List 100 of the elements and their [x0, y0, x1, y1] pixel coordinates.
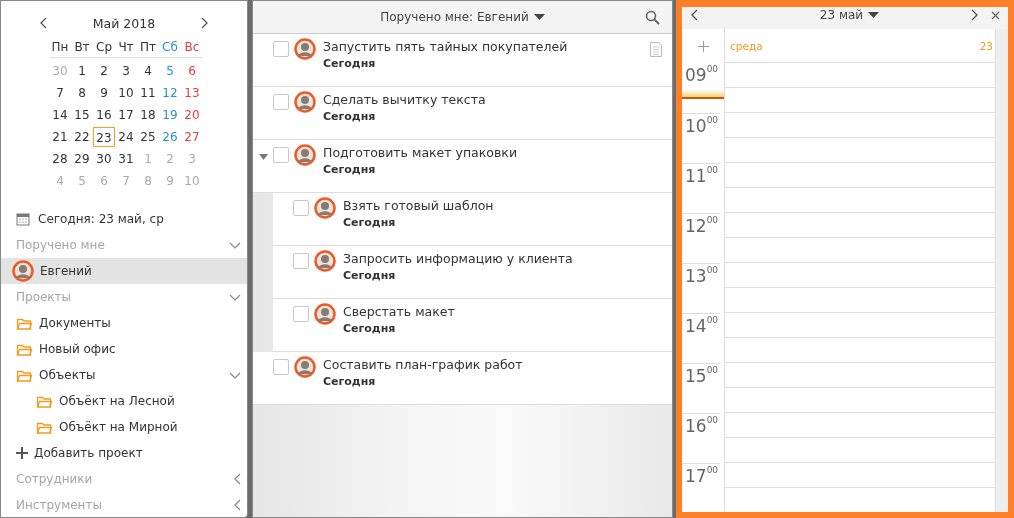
chevron-left-icon[interactable]: [234, 499, 241, 511]
search-icon[interactable]: [645, 10, 660, 25]
scrollbar[interactable]: [996, 29, 1008, 512]
task-row[interactable]: Запустить пять тайных покупателей Сегодня: [253, 34, 672, 87]
task-title[interactable]: Сверстать макет: [343, 303, 455, 321]
hour-label: 14$^{00}$: [685, 316, 719, 336]
task-row[interactable]: Сверстать макет Сегодня: [273, 299, 672, 352]
calendar-day[interactable]: 21: [49, 127, 71, 147]
calendar-day[interactable]: 25: [137, 127, 159, 147]
add-icon[interactable]: [697, 40, 709, 52]
task-title[interactable]: Составить план-график работ: [323, 356, 523, 374]
calendar-day[interactable]: 23: [93, 127, 115, 147]
chevron-left-icon[interactable]: [234, 473, 241, 485]
calendar-day[interactable]: 6: [181, 61, 203, 81]
hour-label: 12$^{00}$: [685, 216, 719, 236]
calendar-day[interactable]: 12: [159, 83, 181, 103]
calendar-day[interactable]: 28: [49, 149, 71, 169]
calendar-day[interactable]: 9: [93, 83, 115, 103]
add-project-link[interactable]: Добавить проект: [34, 446, 143, 460]
chevron-down-icon[interactable]: [229, 293, 241, 301]
task-title[interactable]: Подготовить макет упаковки: [323, 144, 517, 162]
project-item[interactable]: Документы: [39, 316, 111, 330]
calendar-day[interactable]: 13: [181, 83, 203, 103]
due-date: Сегодня: [343, 321, 397, 337]
due-date: Сегодня: [323, 162, 377, 178]
weekday-header: Чт: [117, 39, 135, 56]
avatar-icon: [314, 303, 336, 325]
calendar-icon: [16, 212, 30, 226]
project-item[interactable]: Объёкт на Мирной: [59, 420, 178, 434]
calendar-day[interactable]: 17: [115, 105, 137, 125]
calendar-day[interactable]: 22: [71, 127, 93, 147]
hour-label: 13$^{00}$: [685, 266, 719, 286]
calendar-day[interactable]: 3: [115, 61, 137, 81]
project-item[interactable]: Объёкт на Лесной: [59, 394, 175, 408]
checkbox[interactable]: [293, 200, 309, 216]
calendar-day[interactable]: 20: [181, 105, 203, 125]
hour-label: 16$^{00}$: [685, 416, 719, 436]
project-item[interactable]: Объекты: [39, 368, 96, 382]
today-label[interactable]: Сегодня: 23 май, ср: [38, 212, 164, 226]
calendar-day[interactable]: 16: [93, 105, 115, 125]
calendar-day[interactable]: 14: [49, 105, 71, 125]
checkbox[interactable]: [273, 359, 289, 375]
project-item[interactable]: Новый офис: [39, 342, 116, 356]
chevron-down-icon[interactable]: [229, 371, 241, 379]
calendar-day[interactable]: 8: [71, 83, 93, 103]
calendar-day[interactable]: 18: [137, 105, 159, 125]
avatar-icon: [294, 91, 316, 113]
task-row[interactable]: Взять готовый шаблон Сегодня: [273, 193, 672, 246]
filter-title[interactable]: Поручено мне: Евгений: [380, 10, 529, 24]
task-row[interactable]: Запросить информацию у клиента Сегодня: [273, 246, 672, 299]
calendar-day[interactable]: 26: [159, 127, 181, 147]
weekday-header: Вт: [73, 39, 91, 56]
calendar-day[interactable]: 7: [49, 83, 71, 103]
avatar-icon: [314, 197, 336, 219]
dropdown-caret-icon[interactable]: [868, 11, 880, 19]
calendar-day[interactable]: 10: [115, 83, 137, 103]
avatar-icon: [294, 356, 316, 378]
task-row[interactable]: Сделать вычитку текста Сегодня: [253, 87, 672, 140]
day-title[interactable]: 23 май: [819, 8, 864, 22]
calendar-day[interactable]: 2: [93, 61, 115, 81]
due-date: Сегодня: [323, 56, 377, 72]
checkbox[interactable]: [293, 306, 309, 322]
avatar-icon: [294, 38, 316, 60]
checkbox[interactable]: [273, 41, 289, 57]
checkbox[interactable]: [273, 94, 289, 110]
due-date: Сегодня: [323, 109, 377, 125]
checkbox[interactable]: [293, 253, 309, 269]
weekday-header: Вс: [183, 39, 201, 56]
hour-label: 10$^{00}$: [685, 116, 719, 136]
month-title: Май 2018: [91, 15, 157, 31]
document-icon[interactable]: [650, 42, 662, 57]
plus-icon[interactable]: [16, 447, 28, 459]
chevron-down-icon[interactable]: [229, 241, 241, 249]
task-title[interactable]: Запросить информацию у клиента: [343, 250, 573, 268]
checkbox[interactable]: [273, 147, 289, 163]
calendar-day[interactable]: 30: [93, 149, 115, 169]
dropdown-caret-icon[interactable]: [533, 13, 545, 21]
avatar-icon: [12, 260, 34, 282]
due-date: Сегодня: [343, 215, 397, 231]
calendar-day[interactable]: 4: [137, 61, 159, 81]
calendar-day[interactable]: 5: [159, 61, 181, 81]
task-row[interactable]: Составить план-график работ Сегодня: [253, 352, 672, 405]
calendar-day[interactable]: 27: [181, 127, 203, 147]
task-title[interactable]: Взять готовый шаблон: [343, 197, 494, 215]
task-title[interactable]: Сделать вычитку текста: [323, 91, 486, 109]
task-row[interactable]: Подготовить макет упаковки Сегодня: [253, 140, 672, 193]
weekday-header: Сб: [161, 39, 179, 56]
calendar-day[interactable]: 29: [71, 149, 93, 169]
calendar-day[interactable]: 11: [137, 83, 159, 103]
calendar-day[interactable]: 24: [115, 127, 137, 147]
calendar-day[interactable]: 19: [159, 105, 181, 125]
selected-item-background[interactable]: Евгений: [1, 258, 247, 284]
weekday-header: Пн: [50, 39, 70, 56]
calendar-day[interactable]: 1: [71, 61, 93, 81]
expand-arrow-icon[interactable]: [258, 154, 268, 160]
calendar-day[interactable]: 15: [71, 105, 93, 125]
weekday-label: среда: [730, 39, 763, 52]
task-title[interactable]: Запустить пять тайных покупателей: [323, 38, 568, 56]
calendar-day[interactable]: 31: [115, 149, 137, 169]
sidebar-item[interactable]: Евгений: [40, 264, 92, 278]
